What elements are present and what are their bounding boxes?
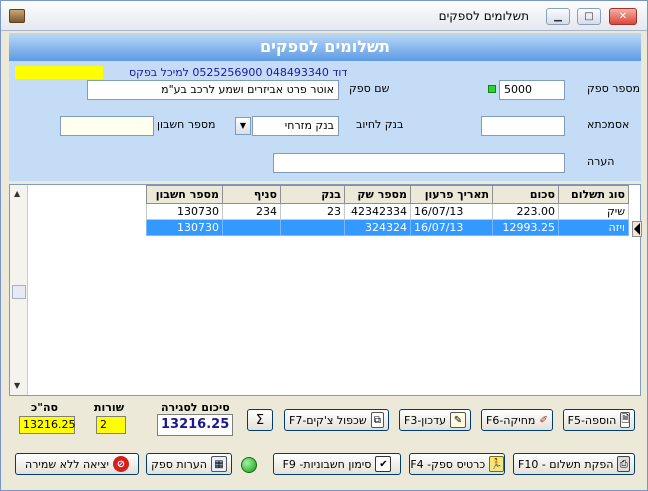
page-title: תשלומים לספקים — [9, 33, 641, 61]
duplicate-checks-label: שכפול צ'קים-F7 — [289, 413, 367, 427]
bank-dropdown-chevron-icon[interactable]: ▼ — [235, 117, 251, 135]
account-number-field[interactable] — [60, 116, 154, 136]
exit-without-save-label: יציאה ללא שמירה — [25, 457, 109, 471]
table-cell[interactable]: 16/07/13 — [410, 219, 493, 236]
total-value: 13216.25 — [19, 416, 76, 434]
add-label: הוספה-F5 — [567, 413, 617, 427]
delete-button[interactable]: ✐ מחיקה-F6 — [481, 409, 553, 431]
supplier-info-text: דוד 048493340 0525256900 למיכל בפקס — [129, 66, 348, 79]
total-label: סה"כ — [31, 401, 58, 414]
sum-button[interactable]: Σ — [247, 409, 273, 431]
rows-value: 2 — [96, 416, 126, 434]
supplier-number-field[interactable]: 5000 — [499, 80, 565, 100]
no-entry-icon: ⊘ — [112, 456, 129, 472]
main-window: תשלומים לספקים ▁ □ ✕ תשלומים לספקים דוד … — [0, 0, 648, 491]
maximize-button[interactable]: □ — [577, 8, 601, 25]
current-row-indicator-icon — [632, 221, 642, 237]
table-cell[interactable]: 16/07/13 — [410, 203, 493, 220]
app-icon — [9, 9, 25, 23]
column-header[interactable]: בנק — [280, 185, 345, 204]
column-header[interactable]: תאריך פרעון — [410, 185, 493, 204]
add-button[interactable]: 🗎 הוספה-F5 — [563, 409, 635, 431]
column-header[interactable]: מספר שק — [344, 185, 411, 204]
table-cell[interactable]: 42342334 — [344, 203, 411, 220]
column-header[interactable]: מספר חשבון — [146, 185, 223, 204]
payments-table: סוג תשלום סכום תאריך פרעון מספר שק בנק ס… — [146, 185, 629, 236]
mark-invoices-label: סימון חשבוניות- F9 — [282, 457, 372, 471]
table-cell[interactable]: 130730 — [146, 219, 223, 236]
scroll-up-icon[interactable]: ▲ — [14, 189, 20, 198]
table-cell[interactable]: 23 — [280, 203, 345, 220]
supplier-card-label: כרטיס ספק- F4 — [410, 457, 486, 471]
status-indicator-icon — [488, 85, 496, 93]
table-header-row: סוג תשלום סכום תאריך פרעון מספר שק בנק ס… — [146, 185, 629, 204]
eraser-icon: ✐ — [539, 414, 548, 426]
table-cell[interactable] — [280, 219, 345, 236]
table-cell[interactable]: שיק — [558, 203, 629, 220]
title-bar[interactable]: תשלומים לספקים ▁ □ ✕ — [1, 1, 647, 31]
duplicate-checks-button[interactable]: ⧉ שכפול צ'קים-F7 — [284, 409, 389, 431]
table-cell[interactable]: 324324 — [344, 219, 411, 236]
account-number-label: מספר חשבון — [157, 118, 216, 131]
close-button[interactable]: ✕ — [609, 8, 637, 25]
print-payment-label: הפקת תשלום - F10 — [518, 457, 614, 471]
checkbox-icon: ✔ — [375, 456, 392, 472]
window-title: תשלומים לספקים — [438, 9, 529, 23]
table-cell[interactable]: 223.00 — [492, 203, 559, 220]
minimize-button[interactable]: ▁ — [546, 8, 570, 25]
notes-grid-icon: ▦ — [210, 456, 227, 472]
asmachta-field[interactable] — [481, 116, 565, 136]
new-document-icon: 🗎 — [620, 412, 631, 428]
yellow-highlight — [15, 66, 103, 79]
table-cell[interactable]: ויזה — [558, 219, 629, 236]
note-field[interactable] — [273, 153, 565, 173]
table-cell[interactable]: 130730 — [146, 203, 223, 220]
column-header[interactable]: סכום — [492, 185, 559, 204]
table-cell[interactable] — [222, 219, 281, 236]
supplier-notes-label: הערות ספק — [151, 457, 207, 471]
asmachta-label: אסמכתא — [587, 118, 630, 131]
supplier-card-button[interactable]: 🏃 כרטיס ספק- F4 — [409, 453, 505, 475]
table-row[interactable]: ויזה 12993.25 16/07/13 324324 130730 — [146, 219, 629, 236]
supplier-number-label: מספר ספק — [587, 82, 640, 95]
table-row[interactable]: שיק 223.00 16/07/13 42342334 23 234 1307… — [146, 203, 629, 220]
copy-icon: ⧉ — [370, 412, 384, 428]
delete-label: מחיקה-F6 — [486, 413, 536, 427]
scroll-thumb[interactable] — [12, 285, 26, 299]
print-payment-button[interactable]: ⎙ הפקת תשלום - F10 — [513, 453, 635, 475]
note-label: הערה — [587, 155, 615, 168]
table-cell[interactable]: 12993.25 — [492, 219, 559, 236]
closing-value: 13216.25 — [157, 414, 233, 436]
printer-icon: ⎙ — [617, 456, 630, 472]
column-header[interactable]: סניף — [222, 185, 281, 204]
form-area: דוד 048493340 0525256900 למיכל בפקס מספר… — [9, 61, 641, 181]
closing-label: סיכום לסגירה — [161, 401, 230, 414]
edit-document-icon: ✎ — [450, 412, 466, 428]
rows-label: שורות — [94, 401, 125, 414]
supplier-name-field[interactable]: אוטר פרט אביזרים ושמע לרכב בע"מ — [87, 80, 339, 100]
supplier-name-label: שם ספק — [349, 82, 390, 95]
sum-icon: Σ — [255, 412, 265, 428]
column-header[interactable]: סוג תשלום — [558, 185, 629, 204]
scroll-down-icon[interactable]: ▼ — [14, 381, 20, 390]
running-man-icon: 🏃 — [489, 456, 504, 472]
exit-without-save-button[interactable]: ⊘ יציאה ללא שמירה — [15, 453, 139, 475]
bank-debit-select[interactable]: בנק מזרחי — [252, 116, 339, 136]
green-status-icon[interactable] — [241, 457, 257, 473]
update-label: עדכון-F3 — [404, 413, 446, 427]
table-cell[interactable]: 234 — [222, 203, 281, 220]
supplier-notes-button[interactable]: ▦ הערות ספק — [146, 453, 232, 475]
mark-invoices-button[interactable]: ✔ סימון חשבוניות- F9 — [273, 453, 401, 475]
update-button[interactable]: ✎ עדכון-F3 — [399, 409, 471, 431]
payments-grid: ▲ ▼ סוג תשלום סכום תאריך פרעון מספר שק ב… — [9, 184, 642, 396]
bank-debit-label: בנק לחיוב — [356, 118, 404, 131]
vertical-scrollbar[interactable]: ▲ ▼ — [10, 185, 28, 395]
